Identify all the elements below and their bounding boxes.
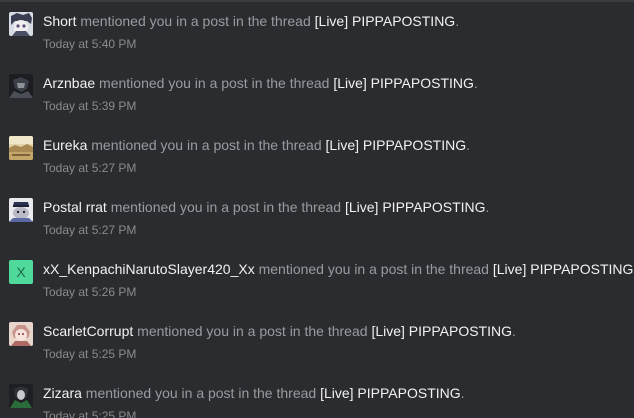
alert-username[interactable]: xX_KenpachiNarutoSlayer420_Xx — [43, 261, 255, 277]
alert-timestamp: Today at 5:40 PM — [43, 37, 137, 51]
alert-username[interactable]: Zizara — [43, 385, 82, 401]
alert-thread-link[interactable]: [Live] PIPPAPOSTING — [326, 137, 467, 153]
alert-thread-link[interactable]: [Live] PIPPAPOSTING — [345, 199, 486, 215]
alert-item[interactable]: Arznbae mentioned you in a post in the t… — [0, 64, 634, 126]
alert-text: Zizara mentioned you in a post in the th… — [43, 385, 465, 402]
alert-username[interactable]: Postal rrat — [43, 199, 107, 215]
alert-thread-link[interactable]: [Live] PIPPAPOSTING — [315, 13, 456, 29]
alert-item[interactable]: ScarletCorrupt mentioned you in a post i… — [0, 312, 634, 374]
alert-username[interactable]: ScarletCorrupt — [43, 323, 133, 339]
alert-period: . — [466, 137, 470, 153]
alert-thread-link[interactable]: [Live] PIPPAPOSTING — [371, 323, 512, 339]
alert-thread-link[interactable]: [Live] PIPPAPOSTING — [493, 261, 634, 277]
alert-message: mentioned you in a post in the thread — [81, 385, 321, 401]
alert-message: mentioned you in a post in the thread — [95, 75, 334, 91]
alert-text: Postal rrat mentioned you in a post in t… — [43, 199, 489, 216]
alert-period: . — [473, 75, 478, 91]
letter-avatar[interactable]: X — [9, 260, 33, 284]
alert-message: mentioned you in a post in the thread — [76, 13, 315, 29]
alert-timestamp: Today at 5:27 PM — [43, 223, 137, 237]
alert-item[interactable]: Zizara mentioned you in a post in the th… — [0, 374, 634, 418]
alert-timestamp: Today at 5:39 PM — [43, 99, 137, 113]
dark-character-avatar[interactable] — [9, 74, 33, 98]
alert-item[interactable]: Eureka mentioned you in a post in the th… — [0, 126, 634, 188]
alert-timestamp: Today at 5:25 PM — [43, 409, 137, 418]
alert-period: . — [485, 199, 490, 215]
anime-face-avatar[interactable] — [9, 12, 33, 36]
alert-thread-link[interactable]: [Live] PIPPAPOSTING — [333, 75, 474, 91]
alert-thread-link[interactable]: [Live] PIPPAPOSTING — [320, 385, 461, 401]
alert-text: ScarletCorrupt mentioned you in a post i… — [43, 323, 516, 340]
alert-timestamp: Today at 5:26 PM — [43, 285, 137, 299]
alert-period: . — [512, 323, 516, 339]
alert-message: mentioned you in a post in the thread — [254, 261, 493, 277]
avatar-letter: X — [9, 260, 33, 284]
alerts-panel: Short mentioned you in a post in the thr… — [0, 0, 634, 418]
alert-item[interactable]: X xX_KenpachiNarutoSlayer420_Xx mentione… — [0, 250, 634, 312]
alert-timestamp: Today at 5:25 PM — [43, 347, 137, 361]
alert-username[interactable]: Arznbae — [43, 75, 95, 91]
alert-timestamp: Today at 5:27 PM — [43, 161, 137, 175]
character-avatar[interactable] — [9, 322, 33, 346]
alert-username[interactable]: Eureka — [43, 137, 87, 153]
alert-username[interactable]: Short — [43, 13, 76, 29]
alert-text: xX_KenpachiNarutoSlayer420_Xx mentioned … — [43, 261, 634, 278]
landscape-avatar[interactable] — [9, 136, 33, 160]
alert-item[interactable]: Postal rrat mentioned you in a post in t… — [0, 188, 634, 250]
rat-avatar[interactable] — [9, 198, 33, 222]
alert-text: Short mentioned you in a post in the thr… — [43, 13, 459, 30]
alert-message: mentioned you in a post in the thread — [133, 323, 372, 339]
alert-period: . — [460, 385, 465, 401]
dark-figure-avatar[interactable] — [9, 384, 33, 408]
alert-text: Eureka mentioned you in a post in the th… — [43, 137, 470, 154]
alert-period: . — [455, 13, 460, 29]
alert-text: Arznbae mentioned you in a post in the t… — [43, 75, 478, 92]
alert-message: mentioned you in a post in the thread — [87, 137, 326, 153]
alert-message: mentioned you in a post in the thread — [106, 199, 345, 215]
alert-item[interactable]: Short mentioned you in a post in the thr… — [0, 2, 634, 64]
